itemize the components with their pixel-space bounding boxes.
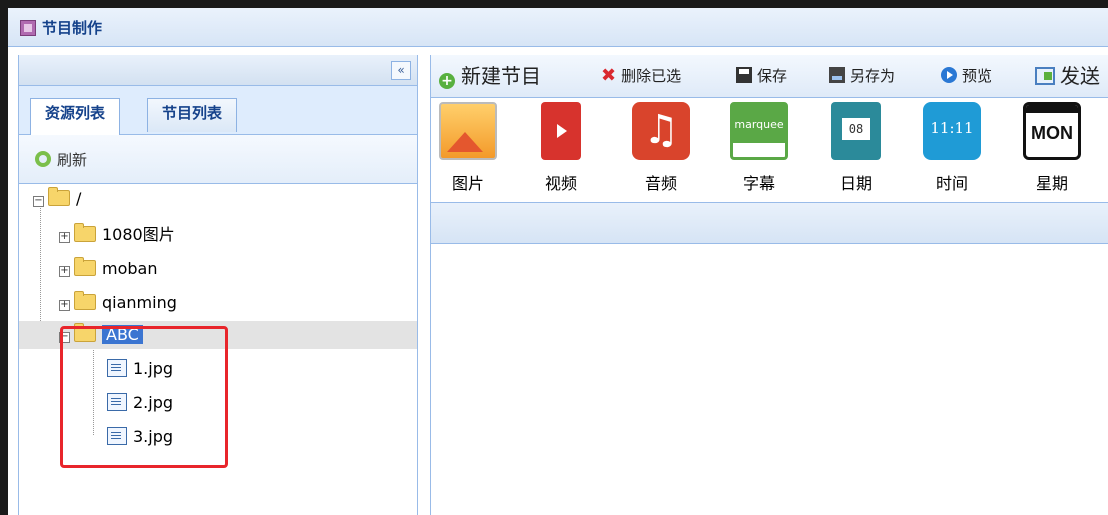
send-icon	[1035, 67, 1055, 85]
window-frame-left	[0, 0, 8, 515]
program-editor-panel: + 新建节目 ✖删除已选 保存 另存为 预览 发送 图片 视频 音频 marque…	[430, 55, 1108, 515]
new-program-label: 新建节目	[461, 64, 541, 88]
element-palette: 图片 视频 音频 marquee 字幕 08 日期 11:11 时间 MON 星…	[431, 97, 1108, 202]
tree-node-label: 1080图片	[102, 225, 175, 244]
resource-panel-header: «	[19, 55, 417, 86]
audio-icon	[632, 102, 690, 160]
tree-node-folder[interactable]: + moban	[59, 255, 157, 283]
palette-label: 音频	[644, 174, 677, 193]
resource-toolbar: 刷新	[19, 135, 417, 184]
window-title: 节目制作	[42, 19, 103, 37]
window-frame-top	[0, 0, 1108, 8]
date-icon: 08	[831, 102, 881, 160]
delete-selected-label: 删除已选	[621, 67, 682, 85]
refresh-icon	[35, 151, 51, 167]
app-icon	[20, 20, 36, 36]
palette-label: 图片	[451, 174, 484, 193]
save-as-button[interactable]: 另存为	[829, 62, 895, 90]
refresh-label: 刷新	[57, 151, 88, 169]
tab-program-list[interactable]: 节目列表	[147, 98, 238, 132]
send-button[interactable]: 发送	[1035, 62, 1100, 90]
highlight-annotation-box	[60, 326, 228, 468]
add-icon: +	[439, 73, 455, 89]
time-icon: 11:11	[923, 102, 981, 160]
palette-label: 时间	[935, 174, 968, 193]
tree-node-label: moban	[102, 259, 158, 278]
tree-node-label: /	[76, 189, 82, 208]
time-icon-text: 11:11	[930, 119, 974, 137]
date-icon-text: 08	[842, 118, 870, 140]
weekday-icon: MON	[1023, 102, 1081, 160]
palette-item-video[interactable]: 视频	[526, 102, 596, 194]
refresh-button[interactable]: 刷新	[35, 149, 87, 170]
tab-resource-list[interactable]: 资源列表	[30, 98, 121, 135]
collapse-icon[interactable]: −	[33, 196, 44, 207]
palette-item-time[interactable]: 11:11 时间	[917, 102, 987, 194]
folder-icon	[74, 223, 96, 242]
weekday-icon-text: MON	[1031, 123, 1073, 143]
palette-item-weekday[interactable]: MON 星期	[1017, 102, 1087, 194]
palette-item-marquee[interactable]: marquee 字幕	[724, 102, 794, 194]
folder-icon	[74, 291, 96, 310]
preview-button[interactable]: 预览	[941, 62, 992, 90]
play-icon	[941, 67, 957, 83]
save-icon	[736, 67, 752, 83]
folder-icon	[48, 187, 70, 206]
new-program-button[interactable]: + 新建节目	[439, 62, 541, 90]
palette-label: 字幕	[742, 174, 775, 193]
marquee-icon-text: marquee	[733, 113, 785, 137]
preview-label: 预览	[962, 67, 993, 85]
palette-label: 日期	[839, 174, 872, 193]
palette-label: 星期	[1035, 174, 1068, 193]
send-label: 发送	[1060, 64, 1100, 88]
palette-item-picture[interactable]: 图片	[433, 102, 503, 194]
palette-item-date[interactable]: 08 日期	[821, 102, 891, 194]
picture-icon	[439, 102, 497, 160]
title-bar: 节目制作	[8, 8, 1108, 47]
palette-item-audio[interactable]: 音频	[626, 102, 696, 194]
tree-node-folder[interactable]: +1080图片	[59, 221, 175, 249]
save-label: 保存	[757, 67, 788, 85]
delete-icon: ✖	[601, 65, 617, 86]
folder-icon	[74, 257, 96, 276]
tree-node-label: qianming	[102, 293, 177, 312]
save-as-label: 另存为	[850, 67, 896, 85]
collapse-panel-button[interactable]: «	[391, 61, 411, 80]
save-button[interactable]: 保存	[736, 62, 787, 90]
program-list-header	[431, 202, 1108, 244]
palette-label: 视频	[544, 174, 577, 193]
video-icon	[541, 102, 581, 160]
expand-icon[interactable]: +	[59, 300, 70, 311]
resource-tabstrip: 资源列表 节目列表	[19, 86, 417, 135]
expand-icon[interactable]: +	[59, 266, 70, 277]
expand-icon[interactable]: +	[59, 232, 70, 243]
delete-selected-button[interactable]: ✖ 删除已选	[601, 62, 681, 90]
program-toolbar: + 新建节目 ✖ 删除已选 保存 另存为 预览 发送	[431, 55, 1108, 97]
save-as-icon	[829, 67, 845, 83]
marquee-icon: marquee	[730, 102, 788, 160]
tree-node-folder[interactable]: + qianming	[59, 289, 177, 317]
tree-node-root[interactable]: − /	[33, 185, 81, 213]
tree-guide-line	[40, 203, 41, 327]
